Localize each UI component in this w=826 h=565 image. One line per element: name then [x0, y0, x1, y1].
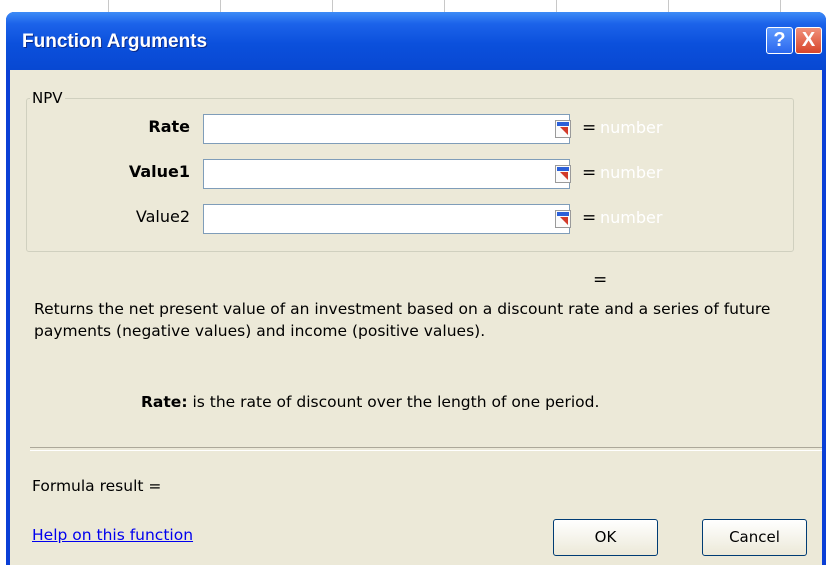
formula-result: Formula result = — [32, 477, 162, 495]
value1-input[interactable] — [203, 159, 570, 189]
rate-label: Rate — [148, 117, 190, 136]
ok-button[interactable]: OK — [553, 519, 658, 556]
value2-label: Value2 — [135, 207, 190, 226]
rate-type-hint: number — [600, 118, 663, 137]
rate-input[interactable] — [203, 114, 570, 144]
value1-collapse-button[interactable] — [555, 165, 571, 183]
value2-equals: = — [582, 208, 597, 228]
close-icon: X — [801, 29, 816, 51]
divider — [30, 447, 822, 451]
cancel-button[interactable]: Cancel — [702, 519, 807, 556]
rate-collapse-button[interactable] — [555, 120, 571, 138]
value1-type-hint: number — [600, 163, 663, 182]
argument-help: Rate: is the rate of discount over the l… — [141, 393, 599, 411]
dialog-body: NPV Rate = number Value1 = number Value2… — [10, 70, 822, 565]
help-on-function-link[interactable]: Help on this function — [32, 526, 193, 544]
close-button[interactable]: X — [795, 27, 822, 54]
dialog-title: Function Arguments — [22, 31, 208, 52]
function-arguments-dialog: Function Arguments ? X NPV Rate = number… — [6, 12, 826, 565]
value2-collapse-button[interactable] — [555, 210, 571, 228]
value2-input[interactable] — [203, 204, 570, 234]
title-bar[interactable]: Function Arguments ? X — [6, 12, 826, 70]
function-description: Returns the net present value of an inve… — [34, 300, 771, 340]
function-result-equals: = — [593, 270, 608, 290]
rate-equals: = — [582, 118, 597, 138]
function-name: NPV — [30, 89, 65, 107]
argument-help-text: is the rate of discount over the length … — [187, 393, 600, 411]
value2-type-hint: number — [600, 208, 663, 227]
value1-label: Value1 — [128, 162, 190, 181]
help-button[interactable]: ? — [766, 27, 793, 54]
value1-equals: = — [582, 163, 597, 183]
help-icon: ? — [773, 29, 786, 51]
argument-help-name: Rate: — [141, 393, 188, 411]
